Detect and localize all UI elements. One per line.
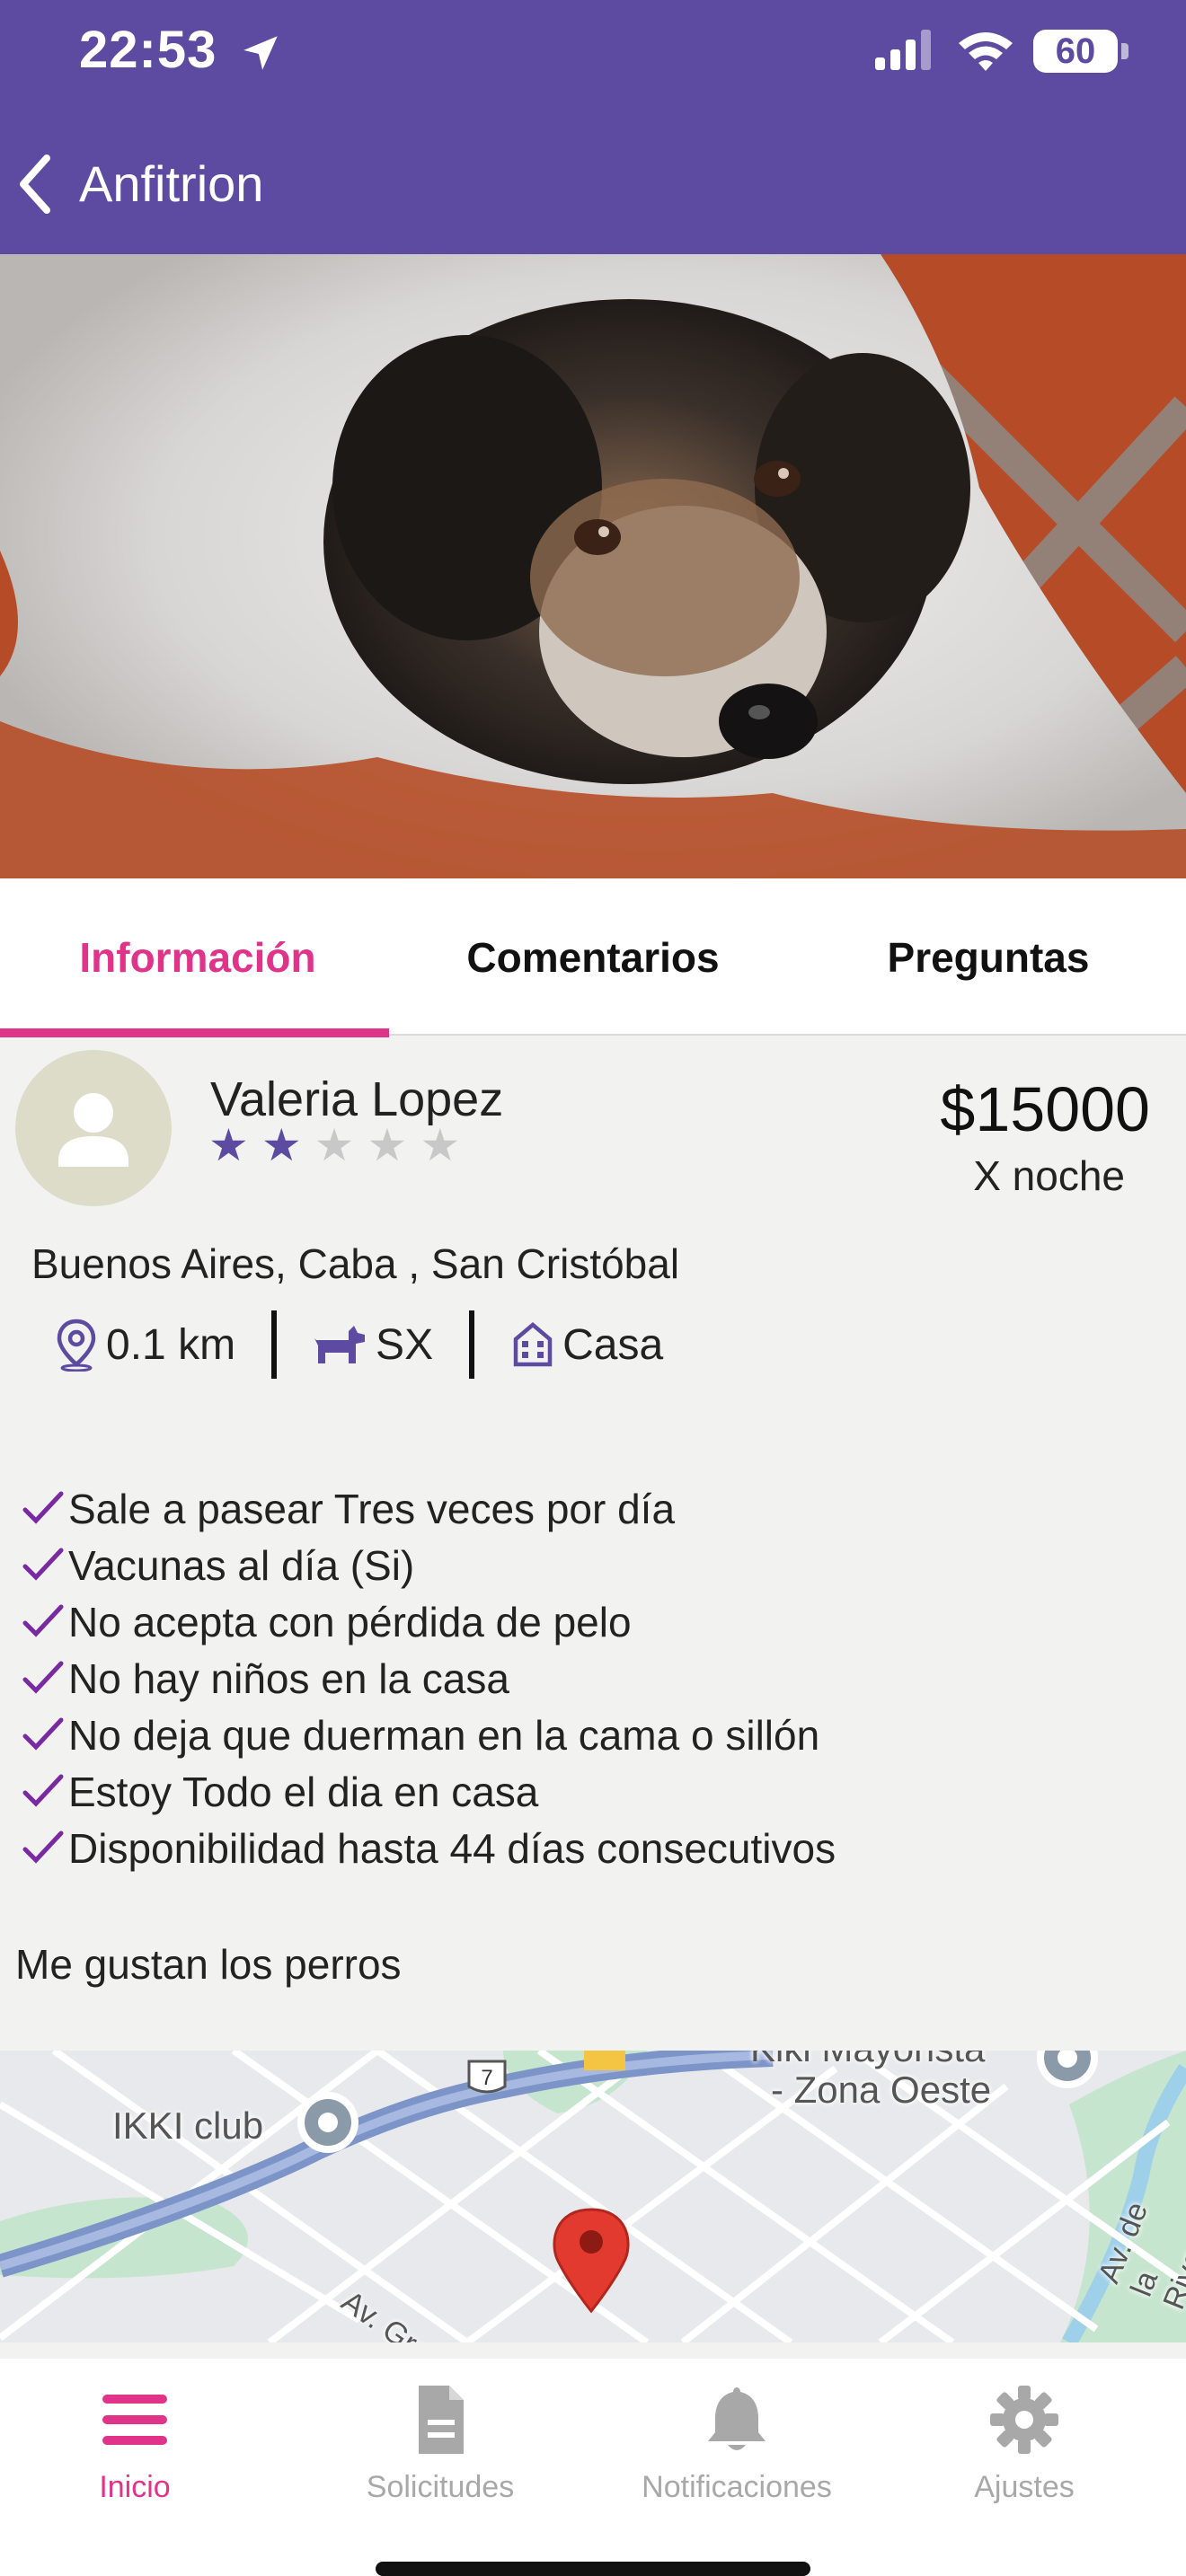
meta-divider: [469, 1310, 475, 1379]
nav-solicitudes[interactable]: Solicitudes: [270, 2359, 611, 2538]
cellular-signal-icon: [875, 30, 931, 70]
check-icon: [22, 1548, 64, 1581]
list-item: Sale a pasear Tres veces por día: [20, 1480, 836, 1537]
host-rating: ★ ★ ★ ★ ★: [208, 1123, 460, 1168]
feature-text: Disponibilidad hasta 44 días consecutivo…: [68, 1824, 836, 1872]
meta-divider: [271, 1310, 278, 1379]
home-type-value: Casa: [562, 1320, 664, 1369]
host-pet-photo: [0, 254, 1186, 878]
list-item: No acepta con pérdida de pelo: [20, 1593, 836, 1650]
distance: 0.1 km: [54, 1318, 235, 1372]
tab-preguntas[interactable]: Preguntas: [791, 878, 1186, 1036]
wifi-icon: [959, 32, 1013, 71]
nav-notificaciones[interactable]: Notificaciones: [611, 2359, 863, 2538]
app-header: 22:53 60 Anfitrion: [0, 0, 1186, 254]
dog-size: SX: [313, 1320, 433, 1370]
map-label-place: IKKI club: [112, 2104, 264, 2147]
nav-label: Inicio: [99, 2470, 171, 2504]
back-chevron-icon[interactable]: [13, 151, 58, 217]
distance-value: 0.1 km: [106, 1320, 236, 1369]
list-item: No deja que duerman en la cama o sillón: [20, 1707, 836, 1763]
dog-icon: [314, 1326, 366, 1363]
feature-text: No hay niños en la casa: [68, 1654, 509, 1702]
nav-inicio[interactable]: Inicio: [0, 2359, 270, 2538]
home-indicator[interactable]: [376, 2562, 810, 2576]
check-icon: [22, 1717, 64, 1751]
check-icon: [22, 1604, 64, 1637]
map-label-place: Kiki Mayorista: [750, 2051, 985, 2070]
check-icon: [22, 1491, 64, 1524]
status-time: 22:53: [79, 21, 217, 79]
person-icon: [58, 1093, 128, 1167]
star-icon: ★: [420, 1120, 461, 1170]
price: $15000: [940, 1074, 1150, 1144]
nav-label: Notificaciones: [642, 2470, 832, 2504]
list-item: Disponibilidad hasta 44 días consecutivo…: [20, 1820, 836, 1876]
check-icon: [22, 1831, 64, 1864]
bottom-navigation: Inicio Solicitudes Notificaciones Ajuste…: [0, 2359, 1186, 2576]
nav-label: Solicitudes: [366, 2470, 515, 2504]
feature-text: No deja que duerman en la cama o sillón: [68, 1711, 820, 1759]
location-map[interactable]: 7 IKKI club Kiki Mayorista - Zona Oeste …: [0, 2051, 1186, 2342]
battery-icon: 60: [1033, 30, 1118, 73]
feature-text: Sale a pasear Tres veces por día: [68, 1485, 676, 1532]
check-icon: [22, 1661, 64, 1694]
battery-level: 60: [1055, 31, 1096, 71]
feature-text: Estoy Todo el dia en casa: [68, 1768, 539, 1815]
nav-label: Ajustes: [974, 2470, 1075, 2504]
tab-comentarios[interactable]: Comentarios: [395, 878, 791, 1036]
host-meta: 0.1 km SX Casa: [54, 1309, 663, 1381]
map-label-place: - Zona Oeste: [771, 2069, 992, 2111]
menu-icon: [102, 2395, 167, 2445]
building-icon: [513, 1322, 553, 1367]
nav-ajustes[interactable]: Ajustes: [863, 2359, 1186, 2538]
list-item: Vacunas al día (Si): [20, 1537, 836, 1593]
route-number: 7: [481, 2066, 492, 2090]
star-icon: ★: [208, 1120, 249, 1170]
avatar: [15, 1050, 172, 1206]
location-arrow-icon: [243, 36, 278, 70]
list-item: Estoy Todo el dia en casa: [20, 1763, 836, 1820]
battery-cap: [1121, 43, 1128, 59]
check-icon: [22, 1774, 64, 1807]
host-name: Valeria Lopez: [210, 1072, 504, 1126]
map-pin-icon: [57, 1319, 96, 1372]
features-list: Sale a pasear Tres veces por día Vacunas…: [20, 1480, 836, 1876]
tab-informacion[interactable]: Información: [0, 878, 395, 1037]
dog-size-value: SX: [376, 1320, 434, 1369]
tab-bar: Información Comentarios Preguntas: [0, 878, 1186, 1037]
document-icon: [419, 2386, 464, 2454]
host-description: Me gustan los perros: [15, 1941, 402, 1988]
host-address: Buenos Aires, Caba , San Cristóbal: [31, 1240, 680, 1287]
star-icon: ★: [314, 1120, 355, 1170]
page-title: Anfitrion: [79, 155, 264, 212]
gear-icon: [990, 2386, 1058, 2454]
star-icon: ★: [261, 1120, 302, 1170]
list-item: No hay niños en la casa: [20, 1650, 836, 1707]
star-icon: ★: [367, 1120, 408, 1170]
home-type: Casa: [510, 1320, 663, 1370]
price-unit: X noche: [973, 1152, 1125, 1199]
bell-icon: [708, 2387, 766, 2450]
feature-text: Vacunas al día (Si): [68, 1541, 415, 1589]
feature-text: No acepta con pérdida de pelo: [68, 1598, 632, 1645]
